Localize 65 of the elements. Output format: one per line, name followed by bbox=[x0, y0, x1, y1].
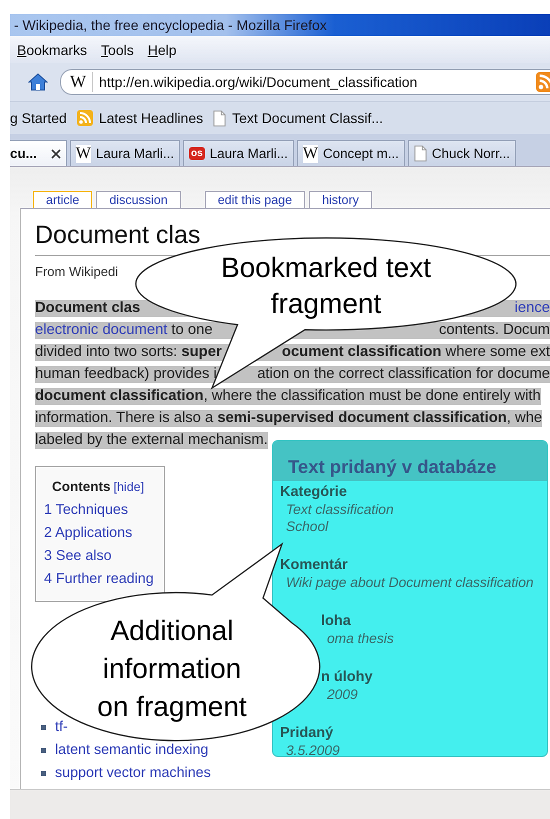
browser-tab[interactable]: Chuck Norr... bbox=[408, 140, 516, 166]
address-field[interactable]: W http://en.wikipedia.org/wiki/Document_classification bbox=[60, 69, 550, 95]
field-label: Pridaný bbox=[280, 725, 334, 742]
page-tab[interactable]: edit this page bbox=[204, 191, 306, 208]
bullet-icon bbox=[41, 771, 46, 776]
paragraph-text: divided into two sorts: super bbox=[35, 344, 222, 361]
article-title: Document clas bbox=[35, 221, 200, 249]
link[interactable]: ience bbox=[514, 300, 550, 317]
site-icon: W bbox=[302, 144, 318, 162]
paragraph-text: labeled by the external mechanism. bbox=[35, 432, 268, 449]
link[interactable]: tf- bbox=[55, 719, 68, 736]
bookmark-item[interactable]: g Started bbox=[10, 110, 67, 126]
callout-text: Bookmarked text fragment bbox=[220, 251, 432, 321]
contents-link[interactable]: 2 Applications bbox=[44, 525, 164, 542]
page-tab[interactable]: history bbox=[309, 191, 372, 208]
link[interactable]: latent semantic indexing bbox=[55, 742, 208, 759]
home-icon[interactable] bbox=[28, 73, 48, 91]
site-icon: os bbox=[189, 147, 205, 160]
callout-text: Additional information on fragment bbox=[96, 614, 248, 724]
field-value: Text classification bbox=[285, 501, 395, 518]
contents-link[interactable]: 3 See also bbox=[44, 548, 164, 565]
field-label: n úlohy bbox=[321, 669, 374, 686]
field-value: oma thesis bbox=[326, 630, 395, 647]
browser-tab[interactable]: cu... bbox=[10, 140, 67, 166]
paragraph-text: human feedback) provides i bbox=[35, 366, 217, 383]
page-icon bbox=[213, 110, 226, 126]
hide-link[interactable]: [hide] bbox=[114, 480, 144, 494]
browser-tab[interactable]: W Laura Marli... bbox=[70, 140, 180, 166]
menu-item[interactable]: Tools bbox=[101, 42, 134, 58]
feed-icon bbox=[76, 110, 93, 126]
contents-link[interactable]: 4 Further reading bbox=[44, 571, 164, 588]
byline: From Wikipedi bbox=[35, 264, 118, 279]
paragraph-text: ocument classification where some ext bbox=[282, 344, 550, 361]
field-label: loha bbox=[321, 613, 352, 630]
paragraph-text: contents. Docum bbox=[438, 322, 550, 339]
page-tab[interactable]: discussion bbox=[96, 191, 181, 208]
bullet-icon bbox=[41, 725, 46, 730]
field-value: 3.5.2009 bbox=[285, 742, 341, 756]
field-value: School bbox=[285, 518, 330, 535]
browser-tab[interactable]: W Concept m... bbox=[296, 140, 405, 166]
page-tab[interactable]: article bbox=[33, 191, 92, 208]
menu-item[interactable]: Help bbox=[148, 42, 177, 58]
field-value: 2009 bbox=[326, 686, 359, 703]
field-value: Wiki page about Document classification bbox=[285, 574, 535, 591]
paragraph-text: document classification, where the classification must be done entirely with bbox=[35, 388, 541, 405]
contents-link[interactable]: 1 Techniques bbox=[44, 502, 164, 519]
field-label: Komentár bbox=[280, 557, 349, 574]
bullet-icon bbox=[41, 748, 46, 753]
site-icon: W bbox=[76, 144, 91, 162]
bookmark-item[interactable]: Text Document Classif... bbox=[213, 110, 384, 126]
paragraph-text: ation on the correct classification for docume bbox=[257, 366, 550, 383]
paragraph-text: information. There is also a semi-supervised document classification, whe bbox=[35, 410, 542, 427]
contents-title: Contents bbox=[52, 479, 110, 494]
window-title: - Wikipedia, the free encyclopedia - Mozilla Firefox bbox=[14, 17, 327, 33]
menu-item[interactable]: Bookmarks bbox=[17, 42, 88, 58]
browser-tab[interactable]: os Laura Marli... bbox=[183, 140, 294, 166]
link[interactable]: support vector machines bbox=[55, 765, 211, 782]
page-icon bbox=[414, 145, 427, 162]
panel-title: Text pridaný v databáze bbox=[288, 456, 496, 478]
bookmark-item[interactable]: Latest Headlines bbox=[76, 110, 204, 126]
paragraph-text: to one bbox=[171, 322, 213, 339]
paragraph-text: Document clas bbox=[35, 300, 140, 317]
close-icon[interactable] bbox=[50, 148, 61, 158]
link[interactable]: electronic document bbox=[35, 322, 168, 339]
field-label: Kategórie bbox=[280, 484, 348, 501]
